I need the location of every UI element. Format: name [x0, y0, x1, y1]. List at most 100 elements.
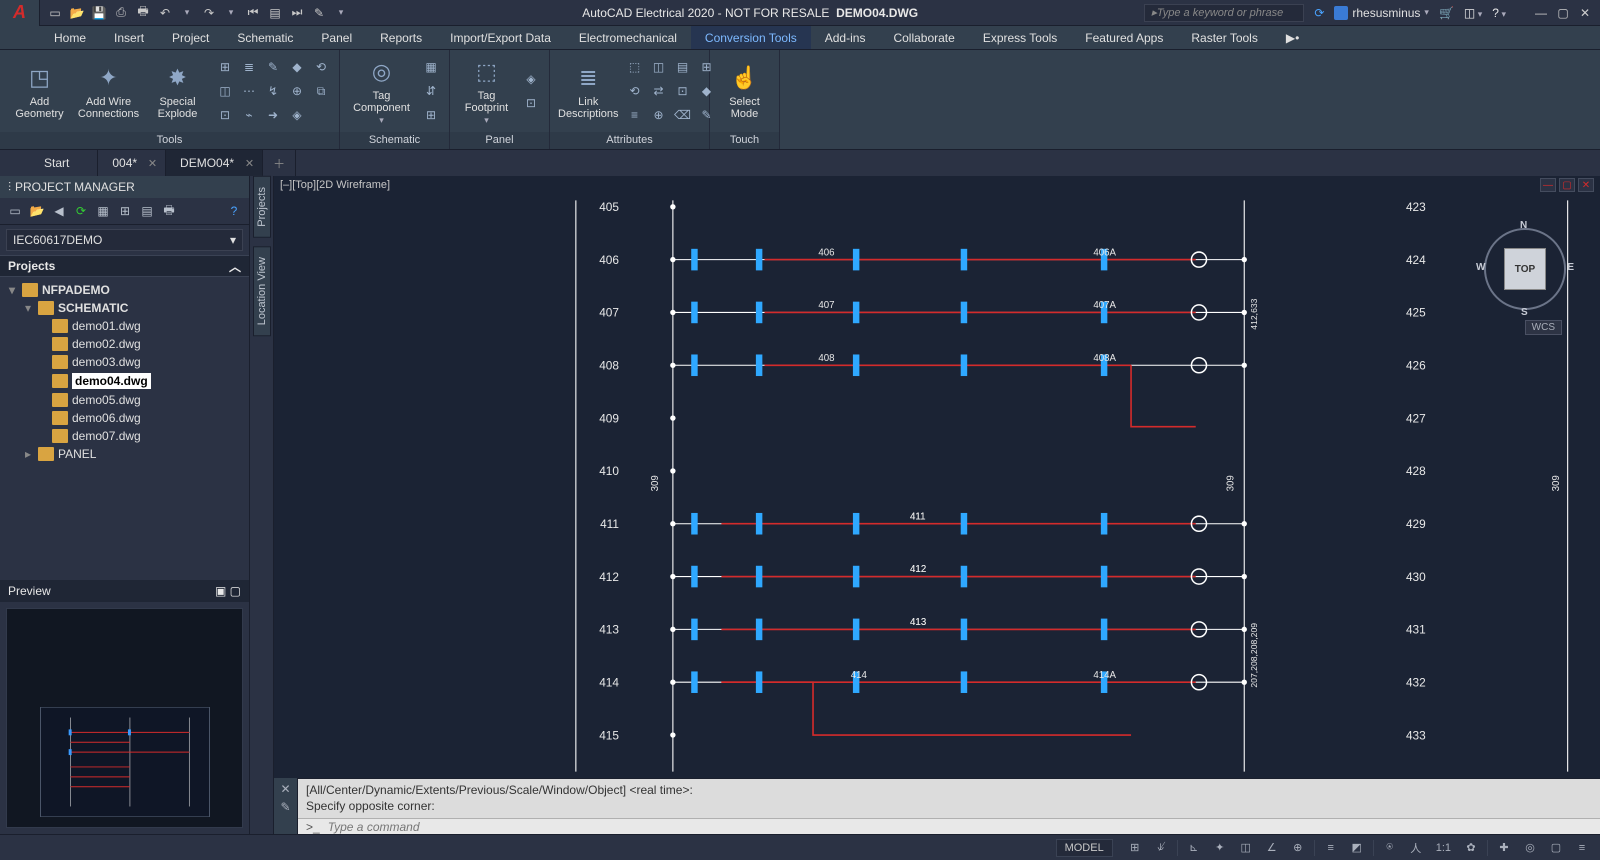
- pm-projects-section[interactable]: Projects︿: [0, 255, 249, 277]
- attr-sm-6[interactable]: ⇄: [649, 81, 669, 101]
- tab-insert[interactable]: Insert: [100, 26, 158, 49]
- snap-icon[interactable]: ⫝̸: [1151, 838, 1171, 858]
- pm-3-icon[interactable]: ▤: [138, 202, 156, 220]
- workspace-icon[interactable]: ⍟: [1380, 838, 1400, 858]
- tab-add-ins[interactable]: Add-ins: [811, 26, 880, 49]
- attr-sm-9[interactable]: ≡: [625, 105, 645, 125]
- new-doc-tab[interactable]: ＋: [263, 150, 296, 176]
- attr-sm-11[interactable]: ⌫: [673, 105, 693, 125]
- attr-sm-5[interactable]: ⟲: [625, 81, 645, 101]
- model-space-canvas[interactable]: 405406407408409410411412413414415 423424…: [274, 194, 1600, 778]
- tool-sm-12[interactable]: ⌁: [239, 105, 259, 125]
- clean-icon[interactable]: ▢: [1546, 838, 1566, 858]
- open-icon[interactable]: 📂: [68, 4, 86, 22]
- command-input[interactable]: >_ Type a command: [298, 818, 1600, 834]
- plot-icon[interactable]: 🖶: [134, 4, 152, 22]
- tree-file[interactable]: demo07.dwg: [4, 427, 245, 445]
- user-menu[interactable]: rhesusminus ▾: [1334, 6, 1429, 20]
- pm-new-icon[interactable]: ▭: [6, 202, 24, 220]
- add-wire-connections-button[interactable]: ✦Add Wire Connections: [77, 62, 140, 120]
- undo-dropdown-icon[interactable]: [178, 4, 196, 22]
- pm-refresh-icon[interactable]: ⟳: [72, 202, 90, 220]
- tool-sm-14[interactable]: ◈: [287, 105, 307, 125]
- add-geometry-button[interactable]: ◳Add Geometry: [8, 62, 71, 120]
- tool-sm-9[interactable]: ⊕: [287, 81, 307, 101]
- tool-sm-6[interactable]: ◫: [215, 81, 235, 101]
- cart-icon[interactable]: 🛒: [1439, 6, 1454, 20]
- link-descriptions-button[interactable]: ≣Link Descriptions: [558, 62, 619, 120]
- panel-sm-1[interactable]: ◈: [521, 69, 541, 89]
- lineweight-icon[interactable]: ≡: [1321, 838, 1341, 858]
- pm-prev-icon[interactable]: ◀: [50, 202, 68, 220]
- tool-sm-11[interactable]: ⊡: [215, 105, 235, 125]
- help-search-input[interactable]: ▸ Type a keyword or phrase: [1144, 4, 1304, 22]
- custom-icon[interactable]: ≡: [1572, 838, 1592, 858]
- tree-file[interactable]: demo01.dwg: [4, 317, 245, 335]
- tool-sm-1[interactable]: ⊞: [215, 57, 235, 77]
- save-icon[interactable]: 💾: [90, 4, 108, 22]
- model-space-button[interactable]: MODEL: [1056, 839, 1113, 857]
- tree-file[interactable]: demo06.dwg: [4, 409, 245, 427]
- tool-sm-5[interactable]: ⟲: [311, 57, 331, 77]
- tool-sm-2[interactable]: ≣: [239, 57, 259, 77]
- wcs-label[interactable]: WCS: [1525, 320, 1562, 335]
- tag-footprint-button[interactable]: ⬚Tag Footprint: [458, 56, 515, 126]
- cmd-history-icon[interactable]: ✕: [280, 782, 290, 796]
- tab-reports[interactable]: Reports: [366, 26, 436, 49]
- hardware-icon[interactable]: ◎: [1520, 838, 1540, 858]
- tab-import-export[interactable]: Import/Export Data: [436, 26, 565, 49]
- tab-project[interactable]: Project: [158, 26, 223, 49]
- project-prev-icon[interactable]: ⏮: [244, 4, 262, 22]
- annomon-icon[interactable]: 人: [1406, 838, 1426, 858]
- sync-icon[interactable]: ⟳: [1314, 6, 1324, 20]
- tab-featured-apps[interactable]: Featured Apps: [1071, 26, 1177, 49]
- qat-more-icon[interactable]: [332, 4, 350, 22]
- script-icon[interactable]: ✎: [310, 4, 328, 22]
- vp-close-icon[interactable]: ✕: [1578, 178, 1594, 192]
- tab-electromechanical[interactable]: Electromechanical: [565, 26, 691, 49]
- gear-icon[interactable]: ✿: [1461, 838, 1481, 858]
- pm-1-icon[interactable]: ▦: [94, 202, 112, 220]
- help-icon[interactable]: ?: [1492, 6, 1506, 20]
- close-button[interactable]: ✕: [1576, 4, 1594, 22]
- attr-sm-1[interactable]: ⬚: [625, 57, 645, 77]
- minimize-button[interactable]: —: [1532, 4, 1550, 22]
- tab-collaborate[interactable]: Collaborate: [879, 26, 968, 49]
- doc-tab-start[interactable]: Start: [30, 150, 98, 176]
- pm-open-icon[interactable]: 📂: [28, 202, 46, 220]
- cmd-settings-icon[interactable]: ✎: [280, 800, 290, 814]
- tab-conversion-tools[interactable]: Conversion Tools: [691, 26, 811, 49]
- special-explode-button[interactable]: ✸Special Explode: [146, 62, 209, 120]
- vp-max-icon[interactable]: ▢: [1559, 178, 1575, 192]
- tag-component-button[interactable]: ◎Tag Component: [348, 56, 415, 126]
- doc-tab-004[interactable]: 004*✕: [98, 150, 166, 176]
- viewport-label[interactable]: [–][Top][2D Wireframe] — ▢ ✕: [274, 176, 1600, 194]
- schem-sm-1[interactable]: ▦: [421, 57, 441, 77]
- dyn-icon[interactable]: ⊕: [1288, 838, 1308, 858]
- tool-sm-4[interactable]: ◆: [287, 57, 307, 77]
- polar-icon[interactable]: ✦: [1210, 838, 1230, 858]
- project-file-icon[interactable]: ▤: [266, 4, 284, 22]
- grid-icon[interactable]: ⊞: [1125, 838, 1145, 858]
- attr-sm-7[interactable]: ⊡: [673, 81, 693, 101]
- tree-panel-folder[interactable]: ▸PANEL: [4, 445, 245, 463]
- app-menu-button[interactable]: A: [0, 0, 40, 26]
- attr-sm-2[interactable]: ◫: [649, 57, 669, 77]
- tree-file[interactable]: demo02.dwg: [4, 335, 245, 353]
- tool-sm-13[interactable]: ➜: [263, 105, 283, 125]
- view-cube[interactable]: TOP N S E W: [1480, 224, 1570, 314]
- sidetab-projects[interactable]: Projects: [253, 176, 271, 238]
- annoscale-label[interactable]: 1:1: [1432, 838, 1455, 858]
- sidetab-location-view[interactable]: Location View: [253, 246, 271, 336]
- pm-2-icon[interactable]: ⊞: [116, 202, 134, 220]
- tab-raster-tools[interactable]: Raster Tools: [1177, 26, 1271, 49]
- tree-schematic-folder[interactable]: ▾SCHEMATIC: [4, 299, 245, 317]
- project-next-icon[interactable]: ⏭: [288, 4, 306, 22]
- tree-file[interactable]: demo05.dwg: [4, 391, 245, 409]
- tree-file[interactable]: demo03.dwg: [4, 353, 245, 371]
- attr-sm-10[interactable]: ⊕: [649, 105, 669, 125]
- tab-express-tools[interactable]: Express Tools: [969, 26, 1071, 49]
- maximize-button[interactable]: ▢: [1554, 4, 1572, 22]
- tab-schematic[interactable]: Schematic: [223, 26, 307, 49]
- redo-icon[interactable]: ↷: [200, 4, 218, 22]
